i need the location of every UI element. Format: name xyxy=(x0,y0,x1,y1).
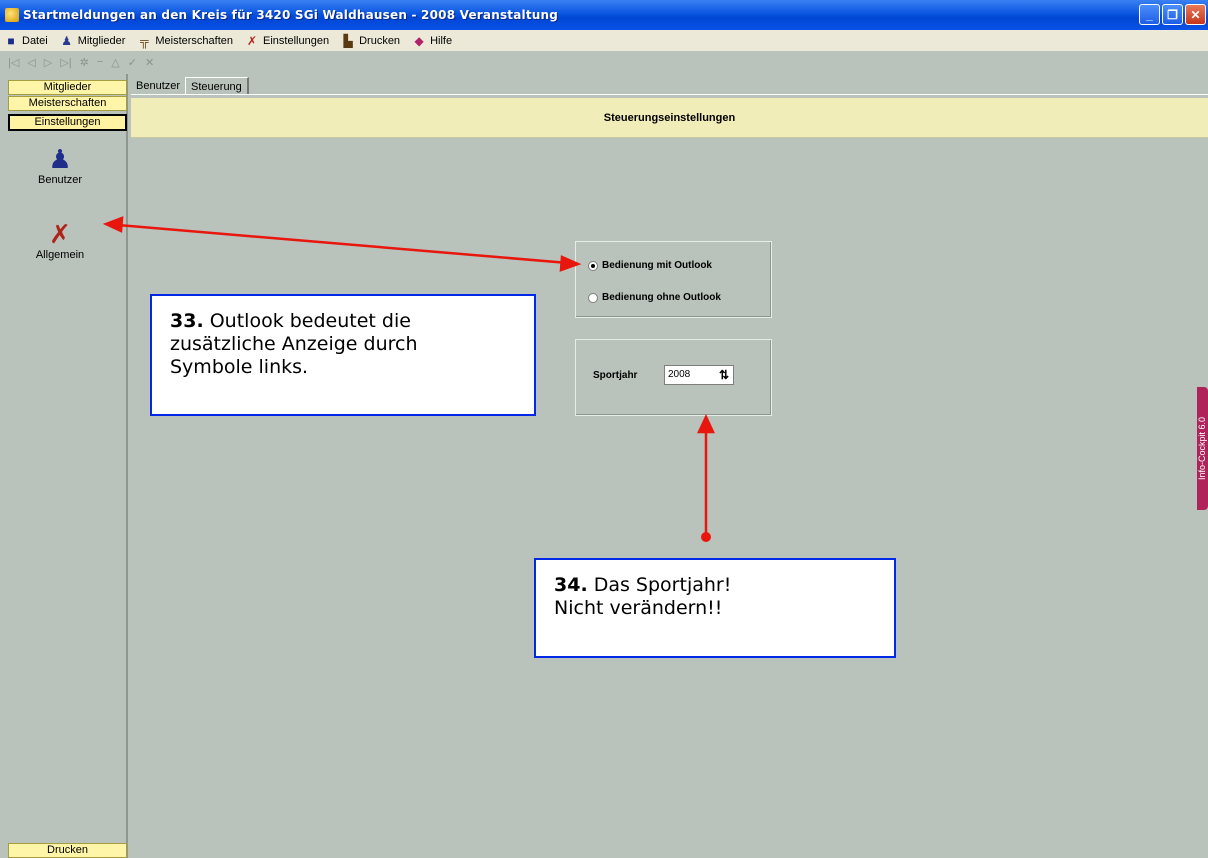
arrow-head-right xyxy=(559,255,582,272)
arrow-head-left xyxy=(102,216,124,233)
callout-34-number: 34. xyxy=(554,574,588,596)
callout-33: 33. Outlook bedeutet die zusätzliche Anz… xyxy=(150,294,536,416)
callout-34-line1: 34. Das Sportjahr! xyxy=(554,574,894,597)
callout-33-text1: Outlook bedeutet die xyxy=(209,310,411,332)
callout-33-text3: Symbole links. xyxy=(170,356,309,378)
info-cockpit-tab[interactable]: Info-Cockpit 6.0 xyxy=(1197,387,1208,510)
annotation-arrows xyxy=(102,216,715,542)
arrow-head-up xyxy=(697,414,715,434)
arrow-dot xyxy=(701,532,711,542)
arrow-outlook-line xyxy=(117,223,569,265)
callout-33-number: 33. xyxy=(170,310,204,332)
callout-33-line1: 33. Outlook bedeutet die xyxy=(170,310,534,333)
callout-33-text2: zusätzliche Anzeige durch xyxy=(170,333,418,355)
callout-34: 34. Das Sportjahr! Nicht verändern!! xyxy=(534,558,896,658)
callout-34-text2: Nicht verändern!! xyxy=(554,597,723,619)
callout-34-text1: Das Sportjahr! xyxy=(593,574,732,596)
